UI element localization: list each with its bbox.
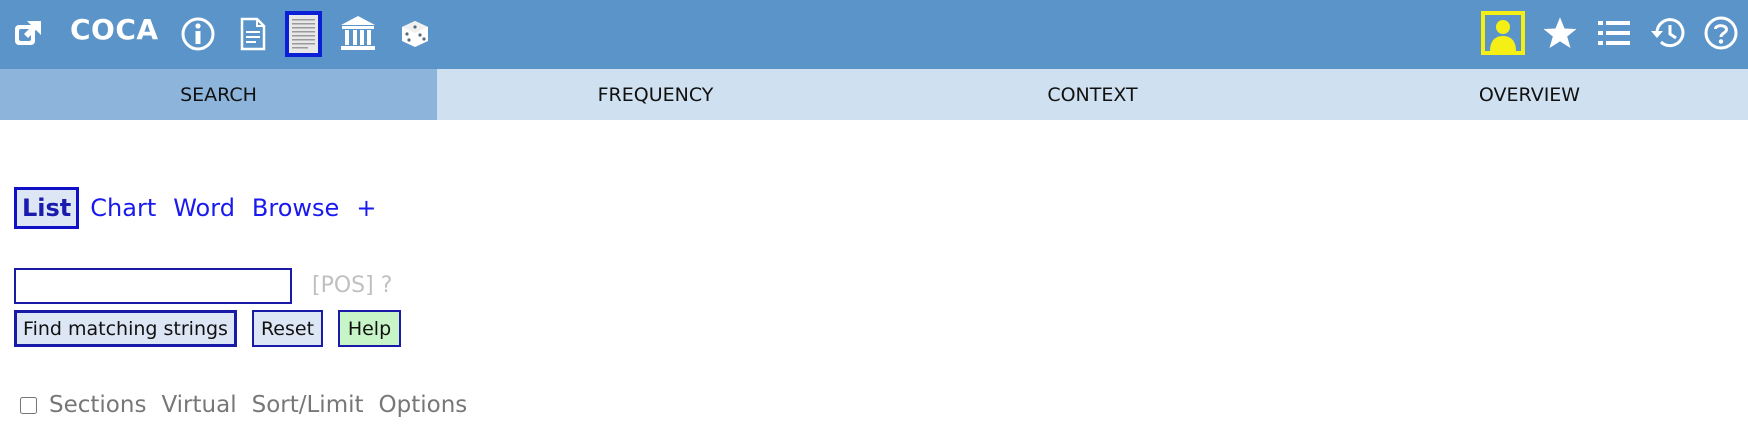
mode-word-link[interactable]: Word <box>173 194 235 222</box>
tab-search[interactable]: SEARCH <box>0 69 437 120</box>
sections-link[interactable]: Sections <box>49 392 146 418</box>
tab-frequency[interactable]: FREQUENCY <box>437 69 874 120</box>
dice-icon[interactable] <box>399 18 431 50</box>
list-icon[interactable] <box>1596 16 1632 50</box>
info-icon[interactable] <box>180 16 216 52</box>
help-button[interactable]: Help <box>338 310 401 347</box>
text-page-icon[interactable] <box>285 11 322 57</box>
tab-overview[interactable]: OVERVIEW <box>1311 69 1748 120</box>
mode-chart-link[interactable]: Chart <box>90 194 156 222</box>
mode-list-link[interactable]: List <box>14 187 80 229</box>
document-icon[interactable] <box>238 16 268 52</box>
virtual-link[interactable]: Virtual <box>161 392 236 418</box>
user-account-icon[interactable] <box>1481 11 1525 55</box>
find-matching-strings-button[interactable]: Find matching strings <box>14 310 237 347</box>
search-mode-nav: List Chart Word Browse + <box>14 187 393 229</box>
museum-icon[interactable] <box>338 14 378 52</box>
external-link-icon[interactable] <box>12 16 46 50</box>
top-bar: COCA <box>0 0 1748 69</box>
help-icon[interactable] <box>1702 14 1740 52</box>
star-icon[interactable] <box>1541 14 1579 52</box>
sections-checkbox[interactable] <box>20 396 37 414</box>
mode-browse-link[interactable]: Browse <box>252 194 339 222</box>
tab-context[interactable]: CONTEXT <box>874 69 1311 120</box>
pos-hint-link[interactable]: [POS] ? <box>312 273 392 298</box>
main-tabs: SEARCH FREQUENCY CONTEXT OVERVIEW <box>0 69 1748 120</box>
history-icon[interactable] <box>1648 14 1688 52</box>
search-options-row: Sections Virtual Sort/Limit Options <box>20 392 482 418</box>
search-input[interactable] <box>14 268 292 304</box>
more-modes-link[interactable]: + <box>356 194 376 222</box>
reset-button[interactable]: Reset <box>252 310 323 347</box>
options-link[interactable]: Options <box>379 392 468 418</box>
sort-limit-link[interactable]: Sort/Limit <box>252 392 364 418</box>
app-title[interactable]: COCA <box>70 13 159 46</box>
